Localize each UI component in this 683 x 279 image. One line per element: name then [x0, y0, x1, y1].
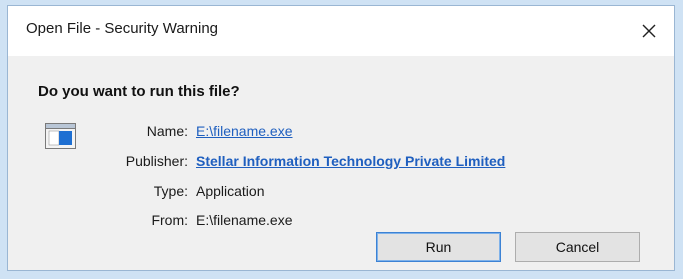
title-bar: Open File - Security Warning — [8, 6, 674, 56]
close-button[interactable] — [624, 6, 674, 56]
type-value: Application — [196, 183, 265, 199]
cancel-button[interactable]: Cancel — [515, 232, 640, 262]
publisher-row: Publisher: — [88, 151, 188, 171]
from-row: From: — [88, 210, 188, 230]
run-button[interactable]: Run — [376, 232, 501, 262]
name-row: Name: — [88, 121, 188, 141]
security-warning-dialog: Open File - Security Warning Do you want… — [7, 5, 675, 271]
name-link[interactable]: E:\filename.exe — [196, 121, 293, 141]
type-row: Type: — [88, 181, 188, 201]
from-label: From: — [151, 212, 188, 228]
name-label: Name: — [146, 123, 188, 139]
publisher-label: Publisher: — [125, 153, 188, 169]
from-value: E:\filename.exe — [196, 212, 293, 228]
close-icon — [642, 24, 656, 38]
executable-icon — [45, 123, 76, 149]
warning-question: Do you want to run this file? — [38, 83, 240, 100]
publisher-link[interactable]: Stellar Information Technology Private L… — [196, 151, 505, 171]
window-title: Open File - Security Warning — [26, 20, 219, 37]
type-label: Type: — [153, 183, 188, 199]
